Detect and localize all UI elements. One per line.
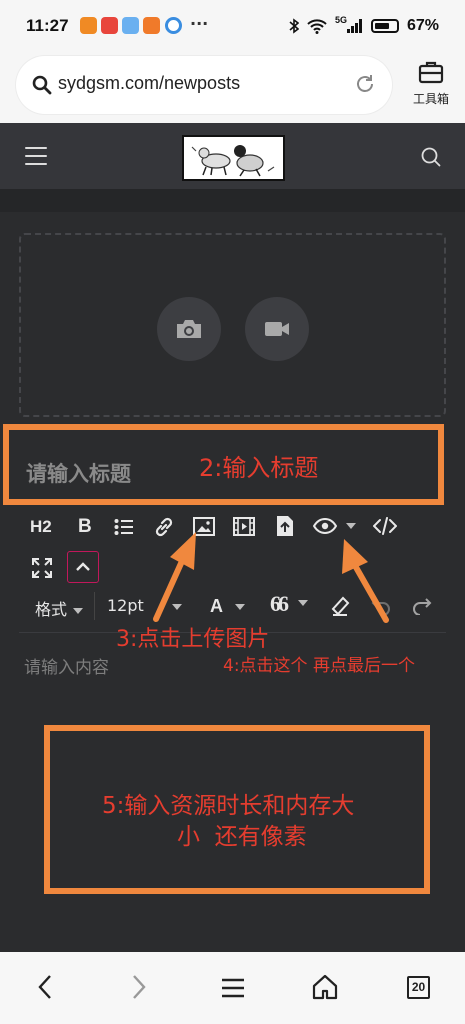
reload-icon[interactable] [354,73,376,95]
logo-illustration [191,145,275,177]
url-text: sydgsm.com/newposts [58,73,241,93]
collapse-toolbar-button[interactable] [67,551,99,583]
app-notification-icon [165,17,182,34]
toolbox-icon [418,61,444,84]
preview-dropdown-caret[interactable] [346,523,356,529]
address-bar[interactable]: sydgsm.com/newposts [16,56,392,114]
toolbox-button[interactable]: 工具箱 [405,60,457,107]
annotation-step3: 3:点击上传图片 [116,627,270,652]
app-notification-icon [143,17,160,34]
media-upload-area [19,233,446,417]
battery-icon [370,19,399,33]
back-icon[interactable] [37,974,53,1000]
heading-h2-button[interactable]: H2 [30,517,52,537]
chevron-up-icon [76,562,90,571]
annotation-step5-line2: 小 还有像素 [177,824,307,850]
tabs-button[interactable]: 20 [407,976,430,999]
annotation-step4: 4:点击这个 再点最后一个 [223,656,415,676]
browser-toolbar: sydgsm.com/newposts 工具箱 [0,52,465,123]
insert-file-icon[interactable] [276,515,294,537]
toolbar-separator [94,592,95,620]
status-bar: 11:27 ··· 5G 67% [0,0,465,52]
site-header [0,123,465,189]
quote-label: 66 [270,591,289,616]
upload-photo-button[interactable] [157,297,221,361]
battery-percent: 67% [406,17,439,34]
app-notification-icon [101,17,118,34]
toolbox-label: 工具箱 [412,92,449,106]
arrow-to-preview-button [342,539,389,623]
preview-eye-icon[interactable] [313,518,337,534]
video-camera-icon [265,322,289,336]
home-icon[interactable] [312,974,338,1000]
insert-video-icon[interactable] [233,517,255,536]
annotation-step2: 2:输入标题 [199,454,319,482]
blockquote-button[interactable]: 66 [270,591,308,616]
wifi-icon [307,18,327,34]
font-color-button[interactable]: A [210,596,245,618]
chevron-down-icon [73,607,84,614]
font-size-label: 12pt [107,596,144,615]
format-select[interactable]: 格式 [35,596,84,619]
fullscreen-icon[interactable] [31,557,53,579]
bluetooth-icon [289,18,299,34]
source-code-icon[interactable] [373,517,397,535]
forward-icon[interactable] [131,974,147,1000]
upload-video-button[interactable] [245,297,309,361]
camera-icon [177,320,201,338]
menu-lines-icon[interactable] [221,978,245,998]
site-search-icon[interactable] [421,147,441,167]
font-color-label: A [210,596,223,616]
header-divider [0,189,465,212]
network-type: 5G [334,15,347,25]
annotation-step5-line1: 5:输入资源时长和内存大 [102,793,355,819]
browser-bottom-nav [0,952,465,1024]
bullet-list-icon[interactable] [114,518,134,536]
bold-button[interactable]: B [78,516,92,538]
signal-icon [346,19,362,33]
search-icon [32,75,52,95]
site-logo[interactable] [182,135,285,181]
arrow-to-image-button [153,532,196,622]
app-notification-icon [122,17,139,34]
redo-icon[interactable] [412,597,432,615]
clock: 11:27 [26,16,69,35]
chevron-down-icon [235,604,245,611]
format-select-label: 格式 [35,600,68,619]
content-input[interactable]: 请输入内容 [24,653,109,678]
chevron-down-icon [298,599,308,606]
more-notifications: ··· [190,14,209,33]
app-notification-icon [80,17,97,34]
menu-icon[interactable] [25,147,47,165]
